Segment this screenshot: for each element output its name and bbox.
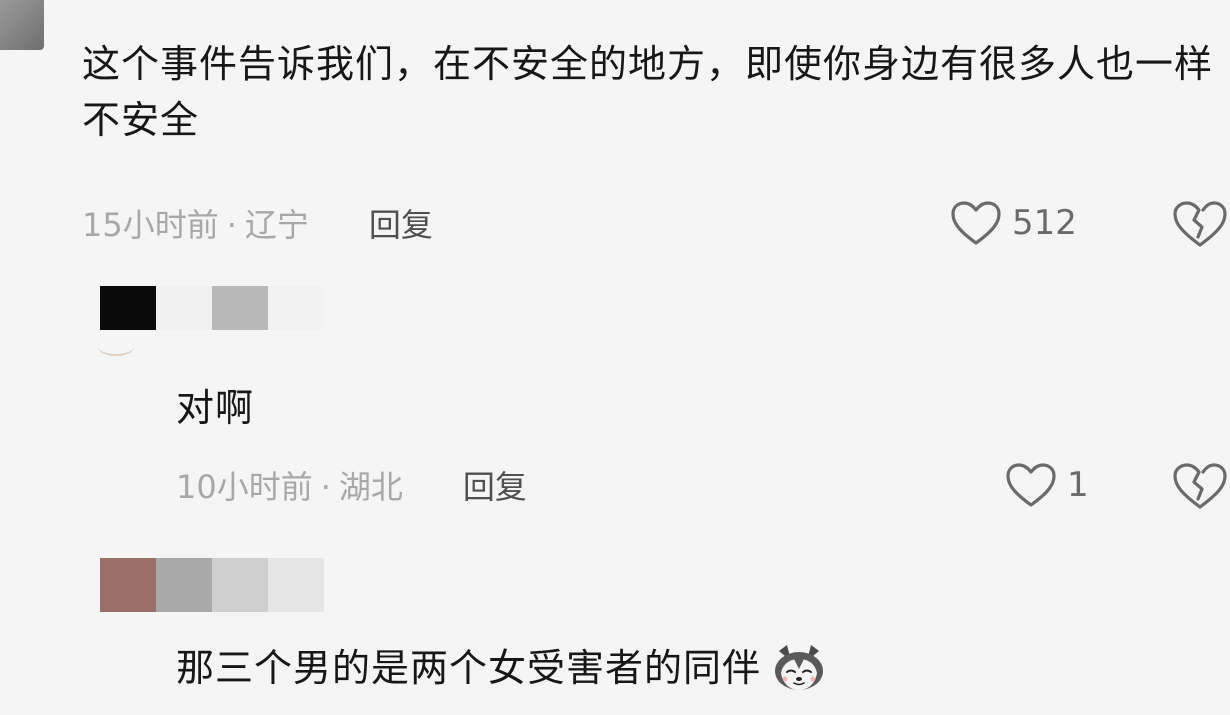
comment-text: 这个事件告诉我们，在不安全的地方，即使你身边有很多人也一样不安全: [82, 42, 1214, 142]
dislike-button[interactable]: [1172, 462, 1228, 514]
comment-meta: 10小时前 · 湖北 回复: [176, 467, 527, 507]
like-button[interactable]: 512: [950, 200, 1077, 246]
meta-separator: ·: [226, 206, 237, 244]
broken-heart-icon: [1173, 463, 1227, 509]
comment-location: 辽宁: [244, 206, 309, 244]
like-count: 512: [1012, 203, 1077, 243]
username-mosaic: [100, 558, 324, 612]
username-mosaic: [100, 286, 324, 330]
dislike-button[interactable]: [1172, 200, 1228, 252]
avatar[interactable]: [98, 338, 134, 356]
like-button[interactable]: 1: [1005, 462, 1089, 508]
heart-outline-icon: [951, 201, 1001, 245]
like-count: 1: [1067, 465, 1089, 505]
comment-meta: 15小时前 · 辽宁 回复: [82, 205, 433, 245]
comment-row: 那三个男的是两个女受害者的同伴: [176, 640, 829, 696]
reply-button[interactable]: 回复: [463, 467, 527, 507]
meta-separator: ·: [320, 468, 331, 506]
comment-time: 15小时前: [82, 206, 219, 244]
heart-outline-icon: [1006, 463, 1056, 507]
comment-time: 10小时前: [176, 468, 313, 506]
avatar[interactable]: [0, 0, 44, 50]
comment-location: 湖北: [338, 468, 403, 506]
comment-thread: 这个事件告诉我们，在不安全的地方，即使你身边有很多人也一样不安全 15小时前 ·…: [0, 0, 1230, 715]
husky-dog-emoji-icon: [775, 645, 824, 690]
reply-button[interactable]: 回复: [369, 205, 433, 245]
comment-text: 那三个男的是两个女受害者的同伴: [176, 646, 762, 690]
broken-heart-icon: [1173, 201, 1227, 247]
comment-text: 对啊: [176, 386, 255, 430]
